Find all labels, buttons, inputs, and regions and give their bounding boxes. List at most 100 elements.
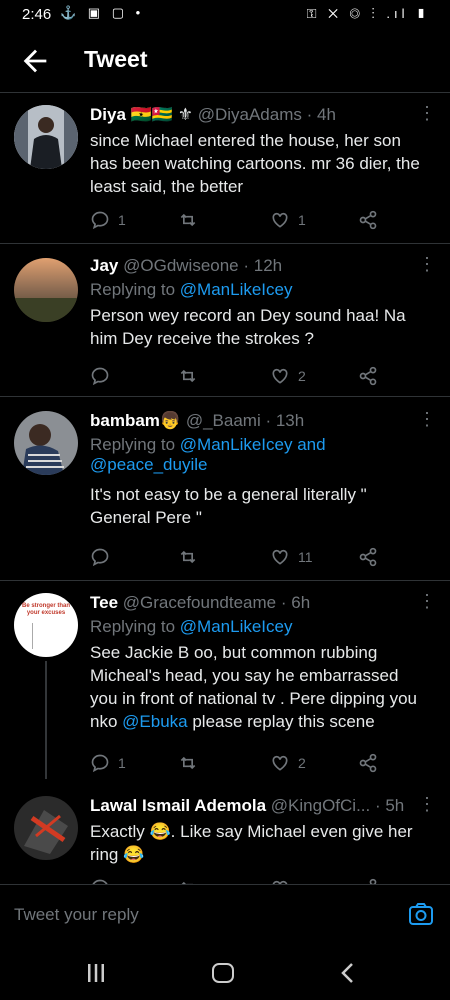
tweet-item[interactable]: Jay @OGdwiseone · 12h Replying to @ManLi… <box>0 244 450 397</box>
user-name[interactable]: Lawal Ismail Ademola <box>90 796 266 815</box>
share-button[interactable] <box>358 876 386 884</box>
reply-button[interactable] <box>90 545 118 569</box>
like-count: 1 <box>298 212 306 228</box>
back-button[interactable] <box>18 44 52 78</box>
like-button[interactable]: 2 <box>270 751 306 775</box>
tweet-content: Tee @Gracefoundteame · 6h Replying to @M… <box>90 593 422 733</box>
tweet-text: Person wey record an Dey sound haa! Na h… <box>90 306 406 348</box>
user-handle[interactable]: @KingOfCi... <box>271 796 370 815</box>
reply-button[interactable] <box>90 364 118 388</box>
like-button[interactable]: 1 <box>270 208 306 232</box>
share-icon <box>359 547 377 567</box>
like-icon <box>272 755 288 771</box>
mention-link[interactable]: @ManLikeIcey <box>180 617 293 636</box>
tweet-time: · 12h <box>243 256 283 275</box>
camera-icon <box>409 903 433 925</box>
like-button[interactable]: 11 <box>270 545 313 569</box>
mention-link[interactable]: @peace_duyile <box>90 455 207 474</box>
share-button[interactable] <box>358 208 386 232</box>
system-back-button[interactable] <box>338 962 358 984</box>
tweet-text-part: please replay this scene <box>187 712 375 731</box>
user-handle[interactable]: @DiyaAdams <box>198 105 302 124</box>
reply-input[interactable]: Tweet your reply <box>14 905 139 925</box>
reply-count: 1 <box>118 212 126 228</box>
share-icon <box>359 210 377 230</box>
share-button[interactable] <box>358 545 386 569</box>
avatar[interactable] <box>14 258 78 322</box>
home-button[interactable] <box>212 963 234 983</box>
reply-icon <box>91 754 109 773</box>
tweet-time: · 13h <box>265 411 305 430</box>
tweet-header: Jay @OGdwiseone · 12h <box>90 256 422 276</box>
more-button[interactable]: ⋮ <box>418 104 436 127</box>
user-handle[interactable]: @OGdwiseone <box>123 256 239 275</box>
camera-button[interactable] <box>408 901 434 927</box>
more-button[interactable]: ⋮ <box>418 795 436 818</box>
avatar-image <box>14 411 78 475</box>
tweet-actions: 11 <box>90 545 390 569</box>
tweet-item[interactable]: Be stronger than your excuses Tee @Grace… <box>0 581 450 781</box>
page-title: Tweet <box>84 46 148 72</box>
like-count: 11 <box>298 549 313 565</box>
avatar[interactable] <box>14 796 78 860</box>
user-handle[interactable]: @Gracefoundteame <box>123 593 276 612</box>
more-icon: ⋮ <box>418 254 436 274</box>
tweet-item[interactable]: Lawal Ismail Ademola @KingOfCi... · 5h E… <box>0 782 450 884</box>
retweet-icon <box>180 213 196 227</box>
tweet-actions <box>90 876 390 884</box>
avatar[interactable] <box>14 411 78 475</box>
mention-link[interactable]: @ManLikeIcey and <box>180 435 326 454</box>
like-button[interactable] <box>270 876 298 884</box>
like-count: 2 <box>298 368 306 384</box>
reply-button[interactable]: 1 <box>90 208 126 232</box>
avatar-image <box>14 258 78 322</box>
thread-line <box>45 661 47 779</box>
tweet-text: since Michael entered the house, her son… <box>90 131 420 196</box>
tweet-content: bambam👦 @_Baami · 13h Replying to @ManLi… <box>90 411 422 529</box>
replying-label: Replying to <box>90 280 180 299</box>
user-handle[interactable]: @_Baami <box>186 411 261 430</box>
reply-icon <box>91 548 109 567</box>
tweet-content: Lawal Ismail Ademola @KingOfCi... · 5h E… <box>90 796 422 866</box>
share-button[interactable] <box>358 364 386 388</box>
avatar-image <box>14 796 78 860</box>
retweet-button[interactable] <box>178 876 206 884</box>
tweet-header: Tee @Gracefoundteame · 6h <box>90 593 422 613</box>
more-icon: ⋮ <box>418 409 436 429</box>
more-button[interactable]: ⋮ <box>418 410 436 433</box>
share-icon <box>359 753 377 773</box>
retweet-button[interactable] <box>178 545 206 569</box>
retweet-button[interactable] <box>178 364 206 388</box>
avatar[interactable] <box>14 105 78 169</box>
tweet-item[interactable]: bambam👦 @_Baami · 13h Replying to @ManLi… <box>0 397 450 581</box>
reply-button[interactable] <box>90 876 118 884</box>
retweet-button[interactable] <box>178 751 206 775</box>
user-name[interactable]: Diya <box>90 105 126 124</box>
more-button[interactable]: ⋮ <box>418 592 436 615</box>
share-button[interactable] <box>358 751 386 775</box>
user-name[interactable]: bambam <box>90 411 160 430</box>
reply-button[interactable]: 1 <box>90 751 126 775</box>
avatar-image <box>14 105 78 169</box>
tweet-actions: 1 2 <box>90 751 390 775</box>
avatar[interactable]: Be stronger than your excuses <box>14 593 78 657</box>
tweet-content: Jay @OGdwiseone · 12h Replying to @ManLi… <box>90 256 422 350</box>
more-icon: ⋮ <box>418 794 436 814</box>
replying-to: Replying to @ManLikeIcey <box>90 617 422 637</box>
more-button[interactable]: ⋮ <box>418 255 436 278</box>
user-name[interactable]: Tee <box>90 593 118 612</box>
like-icon <box>272 549 288 565</box>
share-icon <box>359 366 377 386</box>
recent-apps-button[interactable] <box>86 964 106 982</box>
tweet-item[interactable]: Diya 🇬🇭🇹🇬 ⚜ @DiyaAdams · 4h since Michae… <box>0 93 450 244</box>
tweet-time: · 6h <box>280 593 311 612</box>
mention-link[interactable]: @Ebuka <box>122 712 187 731</box>
tweet-text: See Jackie B oo, but common rubbing Mich… <box>90 641 422 733</box>
notification-icons: ⚓ ▣ ▢ • <box>60 5 145 20</box>
user-name[interactable]: Jay <box>90 256 118 275</box>
system-navigation-bar <box>0 946 450 1000</box>
more-icon: ⋮ <box>418 103 436 123</box>
retweet-button[interactable] <box>178 208 206 232</box>
mention-link[interactable]: @ManLikeIcey <box>180 280 293 299</box>
like-button[interactable]: 2 <box>270 364 306 388</box>
